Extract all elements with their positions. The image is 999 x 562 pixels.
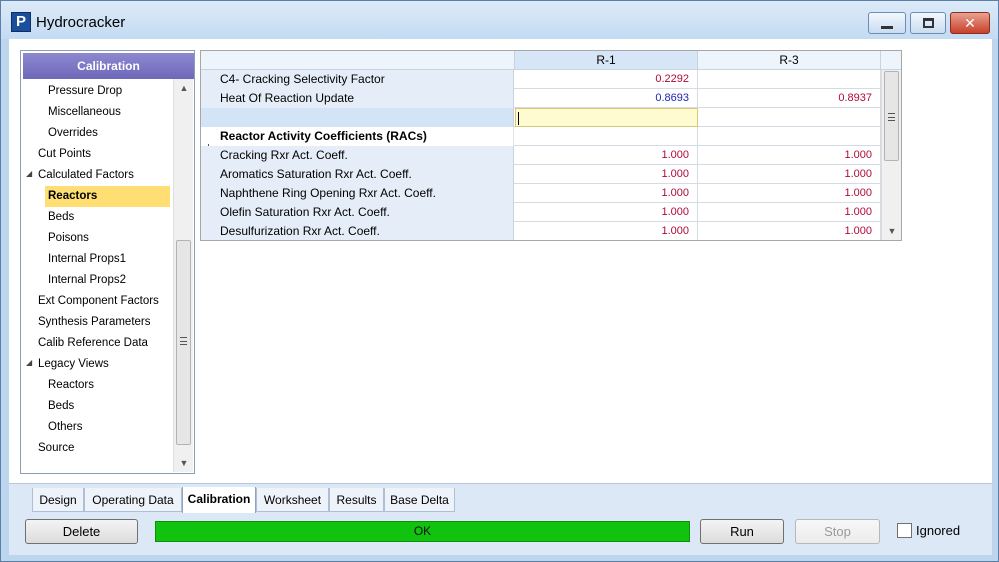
grid-row[interactable]: Cracking Rxr Act. Coeff. 1.000 1.000 (201, 146, 881, 165)
cell-r1[interactable]: 1.000 (515, 165, 698, 184)
grip-icon (888, 113, 895, 121)
scroll-down-arrow-icon[interactable]: ▼ (882, 222, 901, 240)
grid-row[interactable] (201, 108, 881, 127)
grid-row[interactable]: Heat Of Reaction Update 0.8693 0.8937 (201, 89, 881, 108)
minimize-button[interactable] (868, 12, 906, 34)
grid-header-corner (881, 51, 901, 70)
cell-r3[interactable]: 1.000 (698, 146, 881, 165)
cell-r3[interactable]: 1.000 (698, 203, 881, 222)
ignored-label: Ignored (916, 523, 961, 538)
tree-item-overrides[interactable]: Overrides (48, 123, 98, 144)
scroll-down-arrow-icon[interactable]: ▼ (174, 454, 194, 472)
tree-item-legacy-views[interactable]: Legacy Views (38, 354, 109, 375)
cell-r3[interactable]: 0.8937 (698, 89, 881, 108)
tab-results[interactable]: Results (329, 488, 384, 512)
tree-scroll-thumb[interactable] (176, 240, 191, 445)
tree-item-calib-reference-data[interactable]: Calib Reference Data (38, 333, 148, 354)
run-button[interactable]: Run (700, 519, 784, 544)
cell-r3[interactable] (698, 127, 881, 146)
title-bar: P Hydrocracker ✕ (1, 1, 998, 39)
row-label: C4- Cracking Selectivity Factor (201, 70, 514, 89)
cell-r1[interactable]: 1.000 (515, 222, 698, 240)
status-indicator: OK (155, 521, 690, 542)
grid-scrollbar[interactable]: ▼ (881, 70, 901, 240)
tree-header[interactable]: Calibration (23, 53, 194, 79)
hydrocracker-window: P Hydrocracker ✕ Calibration Pressure Dr… (0, 0, 999, 562)
tree-item-legacy-beds[interactable]: Beds (48, 396, 74, 417)
cell-r1[interactable]: 0.8693 (515, 89, 698, 108)
cell-r3[interactable]: 1.000 (698, 165, 881, 184)
scroll-up-arrow-icon[interactable]: ▲ (174, 79, 194, 97)
row-label: Cracking Rxr Act. Coeff. (201, 146, 514, 165)
tree-item-calculated-factors[interactable]: Calculated Factors (38, 165, 134, 186)
cell-r3[interactable] (698, 108, 881, 127)
calibration-grid: R-1 R-3 C4- Cracking Selectivity Factor … (200, 50, 902, 241)
row-label: Heat Of Reaction Update (201, 89, 514, 108)
column-header-r3[interactable]: R-3 (698, 51, 881, 70)
tree-item-pressure-drop[interactable]: Pressure Drop (48, 81, 122, 102)
client-area: Calibration Pressure Drop Miscellaneous … (9, 39, 992, 555)
window-title: Hydrocracker (36, 14, 126, 31)
row-label: Desulfurization Rxr Act. Coeff. (201, 222, 514, 240)
tree-item-internal-props1[interactable]: Internal Props1 (48, 249, 126, 270)
minimize-icon (881, 26, 893, 29)
grip-icon (180, 337, 187, 345)
tree-item-synthesis-parameters[interactable]: Synthesis Parameters (38, 312, 151, 333)
cell-r1[interactable]: 1.000 (515, 184, 698, 203)
cell-r1[interactable]: 0.2292 (515, 70, 698, 89)
grid-row[interactable]: C4- Cracking Selectivity Factor 0.2292 (201, 70, 881, 89)
grid-row[interactable]: Olefin Saturation Rxr Act. Coeff. 1.000 … (201, 203, 881, 222)
maximize-button[interactable] (910, 12, 946, 34)
tree-item-legacy-others[interactable]: Others (48, 417, 83, 438)
tree-item-poisons[interactable]: Poisons (48, 228, 89, 249)
row-label: Aromatics Saturation Rxr Act. Coeff. (201, 165, 514, 184)
tree-item-ext-component-factors[interactable]: Ext Component Factors (38, 291, 159, 312)
expand-arrow-icon[interactable]: ◢ (26, 358, 32, 367)
grid-row[interactable]: Desulfurization Rxr Act. Coeff. 1.000 1.… (201, 222, 881, 240)
tree-item-miscellaneous[interactable]: Miscellaneous (48, 102, 121, 123)
cell-r3[interactable] (698, 70, 881, 89)
app-logo-icon: P (11, 12, 31, 32)
group-label: Reactor Activity Coefficients (RACs) (201, 127, 514, 146)
stop-button[interactable]: Stop (795, 519, 880, 544)
view-tabs: Design Operating Data Calibration Worksh… (9, 483, 992, 514)
ignored-checkbox[interactable] (897, 523, 912, 538)
tab-calibration[interactable]: Calibration (182, 487, 256, 514)
cell-r1[interactable]: 1.000 (515, 203, 698, 222)
tree-item-source[interactable]: Source (38, 438, 74, 459)
tree-item-legacy-reactors[interactable]: Reactors (48, 375, 94, 396)
close-button[interactable]: ✕ (950, 12, 990, 34)
close-icon: ✕ (964, 15, 976, 31)
expand-arrow-icon[interactable]: ◢ (26, 169, 32, 178)
tab-operating-data[interactable]: Operating Data (84, 488, 182, 512)
tab-base-delta[interactable]: Base Delta (384, 488, 455, 512)
tree-item-reactors[interactable]: Reactors (45, 186, 170, 207)
text-caret (518, 112, 519, 125)
grid-row[interactable]: Aromatics Saturation Rxr Act. Coeff. 1.0… (201, 165, 881, 184)
tree-scrollbar[interactable]: ▲ ▼ (173, 79, 193, 472)
cell-r1-active[interactable] (515, 108, 698, 127)
delete-button[interactable]: Delete (25, 519, 138, 544)
tree-item-cut-points[interactable]: Cut Points (38, 144, 91, 165)
footer-bar: Delete OK Run Stop Ignored (9, 513, 992, 555)
cell-r3[interactable]: 1.000 (698, 184, 881, 203)
column-header-r1[interactable]: R-1 (515, 51, 698, 70)
row-label: Naphthene Ring Opening Rxr Act. Coeff. (201, 184, 514, 203)
cell-r3[interactable]: 1.000 (698, 222, 881, 240)
grid-row[interactable]: Naphthene Ring Opening Rxr Act. Coeff. 1… (201, 184, 881, 203)
cell-r1[interactable] (515, 127, 698, 146)
grid-scroll-thumb[interactable] (884, 71, 899, 161)
grid-group-row[interactable]: − Reactor Activity Coefficients (RACs) (201, 127, 881, 146)
navigation-tree: Calibration Pressure Drop Miscellaneous … (20, 50, 195, 474)
row-label: Olefin Saturation Rxr Act. Coeff. (201, 203, 514, 222)
tree-item-beds[interactable]: Beds (48, 207, 74, 228)
row-label (201, 108, 514, 127)
cell-r1[interactable]: 1.000 (515, 146, 698, 165)
tab-design[interactable]: Design (32, 488, 84, 512)
tab-worksheet[interactable]: Worksheet (256, 488, 329, 512)
maximize-icon (923, 18, 934, 28)
grid-row-header-corner (201, 51, 515, 70)
tree-item-internal-props2[interactable]: Internal Props2 (48, 270, 126, 291)
